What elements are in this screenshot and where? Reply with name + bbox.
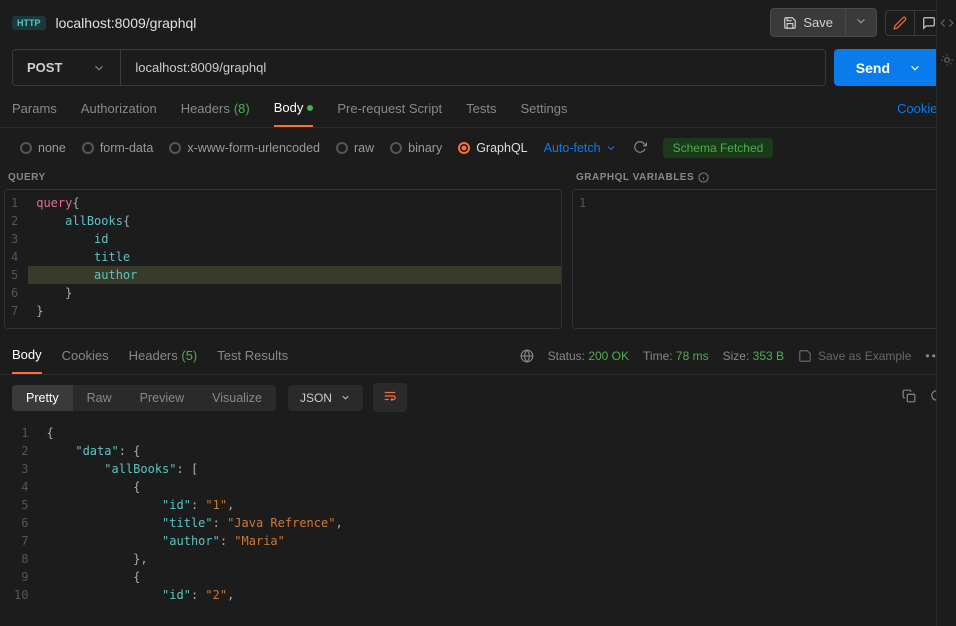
response-format-select[interactable]: JSON [288,385,363,411]
pencil-icon [893,16,907,30]
save-icon [798,349,812,363]
tab-body[interactable]: Body [274,100,314,127]
body-type-urlencoded[interactable]: x-www-form-urlencoded [169,141,320,155]
response-size: Size: 353 B [723,349,784,363]
response-time: Time: 78 ms [643,349,709,363]
response-body-editor[interactable]: 12345678910 { "data": { "allBooks": [ { … [0,420,956,608]
chevron-down-icon [605,142,617,154]
comment-icon [922,16,936,30]
edit-button[interactable] [885,10,914,36]
save-label: Save [803,15,833,30]
http-method-select[interactable]: POST [12,49,121,86]
tab-tests[interactable]: Tests [466,101,496,126]
request-tabs: Params Authorization Headers (8) Body Pr… [0,90,956,128]
wrap-icon [383,389,397,403]
variables-panel-label: GRAPHQL VARIABLES [572,168,952,189]
graphql-variables-editor[interactable]: 1 [572,189,952,329]
sidebar-info-icon[interactable] [940,53,954,70]
tab-params[interactable]: Params [12,101,57,126]
save-dropdown-button[interactable] [846,8,877,37]
chevron-down-icon [92,61,106,75]
right-sidebar-strip [936,0,956,626]
request-url-input[interactable]: localhost:8009/graphql [121,49,825,86]
chevron-down-icon [854,14,868,28]
info-icon [698,172,709,183]
response-tab-body[interactable]: Body [12,347,42,374]
tab-authorization[interactable]: Authorization [81,101,157,126]
response-headers-count: (5) [181,348,197,363]
refresh-schema-button[interactable] [633,140,647,157]
body-type-raw[interactable]: raw [336,141,374,155]
view-pretty[interactable]: Pretty [12,385,73,411]
topbar-header: HTTP localhost:8009/graphql Save [0,0,956,45]
tab-settings[interactable]: Settings [520,101,567,126]
chevron-down-icon [908,61,922,75]
response-code: { "data": { "allBooks": [ { "id": "1", "… [42,420,952,608]
http-method-value: POST [27,60,62,75]
view-preview[interactable]: Preview [126,385,198,411]
body-type-none[interactable]: none [20,141,66,155]
wrap-lines-button[interactable] [373,383,407,412]
response-status: Status: 200 OK [548,349,629,363]
response-view-tabs: Pretty Raw Preview Visualize [12,385,276,411]
copy-icon [902,389,916,403]
send-label: Send [856,60,890,76]
response-tab-test-results[interactable]: Test Results [217,348,288,373]
sidebar-code-icon[interactable] [940,16,954,33]
body-type-binary[interactable]: binary [390,141,442,155]
auto-fetch-toggle[interactable]: Auto-fetch [544,141,617,155]
body-active-dot [307,105,313,111]
request-tab-title[interactable]: localhost:8009/graphql [56,15,197,31]
view-visualize[interactable]: Visualize [198,385,276,411]
tab-headers[interactable]: Headers (8) [181,101,250,126]
body-type-formdata[interactable]: form-data [82,141,154,155]
http-method-badge: HTTP [12,16,46,30]
response-tab-headers[interactable]: Headers (5) [129,348,198,373]
view-raw[interactable]: Raw [73,385,126,411]
globe-icon[interactable] [520,349,534,363]
send-button[interactable]: Send [834,49,944,86]
save-button[interactable]: Save [770,8,846,37]
body-type-radios: none form-data x-www-form-urlencoded raw… [0,128,956,168]
tab-prerequest-script[interactable]: Pre-request Script [337,101,442,126]
query-panel-label: QUERY [4,168,562,189]
body-type-graphql[interactable]: GraphQL [458,141,527,155]
response-gutter: 12345678910 [4,420,42,608]
query-gutter: 1234567 [5,190,28,328]
response-tab-cookies[interactable]: Cookies [62,348,109,373]
headers-count-badge: (8) [234,101,250,116]
chevron-down-icon [340,392,351,403]
refresh-icon [633,140,647,154]
query-code: query{ allBooks{ id title author } } [28,190,561,328]
copy-response-button[interactable] [902,389,916,406]
variables-gutter: 1 [573,190,596,328]
save-icon [783,16,797,30]
url-value: localhost:8009/graphql [135,60,266,75]
graphql-query-editor[interactable]: 1234567 query{ allBooks{ id title author… [4,189,562,329]
schema-status-badge: Schema Fetched [663,138,774,158]
save-as-example-button[interactable]: Save as Example [798,349,911,363]
